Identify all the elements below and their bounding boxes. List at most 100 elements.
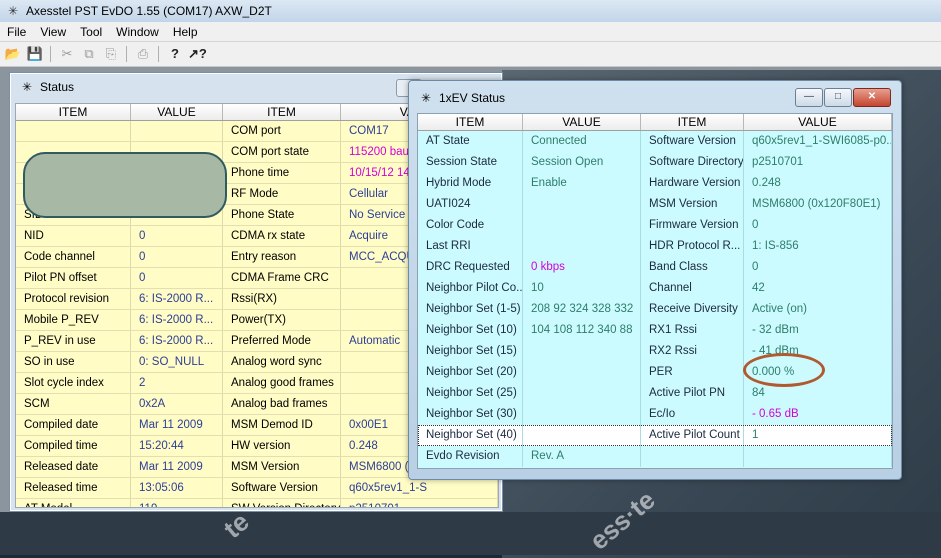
item-cell: Mobile P_REV [16, 310, 131, 330]
item-cell: RX1 Rssi [641, 320, 744, 341]
close-button[interactable]: ✕ [853, 88, 891, 107]
table-row[interactable]: UATI024 MSM Version MSM6800 (0x120F80E1) [418, 194, 892, 215]
item-cell: COM port [223, 121, 341, 141]
table-row[interactable]: Neighbor Set (25) Active Pilot PN 84 [418, 383, 892, 404]
window-icon: ✳ [420, 91, 432, 105]
value-cell [523, 404, 641, 425]
table-row[interactable]: AT Model119SW Version Directoryp2510701 [16, 499, 498, 507]
column-header-value[interactable]: VALUE [131, 104, 223, 120]
value-cell: Rev. A [523, 446, 641, 467]
item-cell: Code channel [16, 247, 131, 267]
item-cell: Phone time [223, 163, 341, 183]
item-cell [641, 446, 744, 467]
item-cell: Software Version [223, 478, 341, 498]
table-row[interactable]: Neighbor Set (40) Active Pilot Count 1 [418, 425, 892, 446]
item-cell: Released time [16, 478, 131, 498]
ev-status-grid[interactable]: ITEM VALUE ITEM VALUE AT State Connected S… [417, 113, 893, 469]
value-cell [131, 121, 223, 141]
value-cell [523, 362, 641, 383]
item-cell: COM port state [223, 142, 341, 162]
toolbar: 📂 💾 ✂ ⧉ ⎘ ⎙ ? ↗? [0, 42, 941, 67]
column-header-item[interactable]: ITEM [418, 114, 523, 130]
cut-icon[interactable]: ✂ [58, 45, 76, 63]
item-cell: Neighbor Set (15) [418, 341, 523, 362]
value-cell: 1 [744, 425, 892, 446]
item-cell: CDMA Frame CRC [223, 268, 341, 288]
copy-icon[interactable]: ⧉ [80, 45, 98, 63]
value-cell: 6: IS-2000 R... [131, 289, 223, 309]
item-cell: CDMA rx state [223, 226, 341, 246]
item-cell: Phone State [223, 205, 341, 225]
help-icon[interactable]: ? [166, 45, 184, 63]
column-header-item[interactable]: ITEM [223, 104, 341, 120]
item-cell: Rssi(RX) [223, 289, 341, 309]
item-cell: Hybrid Mode [418, 173, 523, 194]
item-cell: Preferred Mode [223, 331, 341, 351]
item-cell: Band Class [641, 257, 744, 278]
menu-tool[interactable]: Tool [73, 25, 109, 39]
item-cell: Neighbor Set (10) [418, 320, 523, 341]
item-cell: HW version [223, 436, 341, 456]
value-cell [744, 446, 892, 467]
item-cell: Session State [418, 152, 523, 173]
table-row[interactable]: Neighbor Set (30) Ec/Io - 0.65 dB [418, 404, 892, 425]
open-folder-icon[interactable]: 📂 [4, 45, 22, 63]
ev-grid-rows: AT State Connected Software Version q60x5re… [418, 131, 892, 467]
value-cell: 0 kbps [523, 257, 641, 278]
menu-view[interactable]: View [33, 25, 73, 39]
value-cell [523, 383, 641, 404]
menu-file[interactable]: File [0, 25, 33, 39]
paste-icon[interactable]: ⎘ [102, 45, 120, 63]
table-row[interactable]: Last RRI HDR Protocol R... 1: IS-856 [418, 236, 892, 257]
value-cell: 13:05:06 [131, 478, 223, 498]
table-row[interactable]: Evdo Revision Rev. A [418, 446, 892, 467]
mdi-bottom-strip [0, 512, 941, 555]
item-cell: Hardware Version [641, 173, 744, 194]
column-header-value[interactable]: VALUE [744, 114, 892, 130]
menu-help[interactable]: Help [166, 25, 205, 39]
app-titlebar: ✳ Axesstel PST EvDO 1.55 (COM17) AXW_D2T [0, 0, 941, 23]
item-cell: SW Version Directory [223, 499, 341, 507]
table-row[interactable]: Session State Session Open Software Direct… [418, 152, 892, 173]
item-cell: Neighbor Pilot Co... [418, 278, 523, 299]
column-header-item[interactable]: ITEM [641, 114, 744, 130]
toolbar-separator [50, 46, 51, 62]
value-cell: - 32 dBm [744, 320, 892, 341]
item-cell: Neighbor Set (25) [418, 383, 523, 404]
item-cell: P_REV in use [16, 331, 131, 351]
column-header-item[interactable]: ITEM [16, 104, 131, 120]
table-row[interactable]: Neighbor Set (10) 104 108 112 340 88 RX1 R… [418, 320, 892, 341]
ev-status-window[interactable]: ✳ 1xEV Status — □ ✕ ITEM VALUE ITEM VALU… [408, 80, 902, 480]
table-row[interactable]: Neighbor Pilot Co... 10 Channel 42 [418, 278, 892, 299]
item-cell: Evdo Revision [418, 446, 523, 467]
column-header-value[interactable]: VALUE [523, 114, 641, 130]
value-cell: 6: IS-2000 R... [131, 331, 223, 351]
item-cell: Pilot PN offset [16, 268, 131, 288]
table-row[interactable]: Released time 13:05:06 Software Version q60… [16, 478, 498, 499]
table-row[interactable]: Color Code Firmware Version 0 [418, 215, 892, 236]
table-row[interactable]: Neighbor Set (15) RX2 Rssi - 41 dBm [418, 341, 892, 362]
item-cell: SCM [16, 394, 131, 414]
maximize-button[interactable]: □ [824, 88, 852, 107]
item-cell: Analog good frames [223, 373, 341, 393]
value-cell [523, 194, 641, 215]
minimize-button[interactable]: — [795, 88, 823, 107]
table-row[interactable]: Hybrid Mode Enable Hardware Version 0.248 [418, 173, 892, 194]
save-icon[interactable]: 💾 [26, 45, 44, 63]
item-cell: NID [16, 226, 131, 246]
item-cell: Analog bad frames [223, 394, 341, 414]
value-cell [523, 425, 641, 446]
item-cell: Receive Diversity [641, 299, 744, 320]
value-cell: Connected [523, 131, 641, 152]
print-icon[interactable]: ⎙ [134, 45, 152, 63]
value-cell: 104 108 112 340 88 [523, 320, 641, 341]
context-help-icon[interactable]: ↗? [188, 45, 207, 63]
value-cell: 208 92 324 328 332 [523, 299, 641, 320]
item-cell: Entry reason [223, 247, 341, 267]
table-row[interactable]: Neighbor Set (1-5) 208 92 324 328 332 Rece… [418, 299, 892, 320]
table-row[interactable]: AT State Connected Software Version q60x5re… [418, 131, 892, 152]
table-row[interactable]: DRC Requested 0 kbps Band Class 0 [418, 257, 892, 278]
value-cell [523, 341, 641, 362]
item-cell: Channel [641, 278, 744, 299]
menu-window[interactable]: Window [109, 25, 166, 39]
